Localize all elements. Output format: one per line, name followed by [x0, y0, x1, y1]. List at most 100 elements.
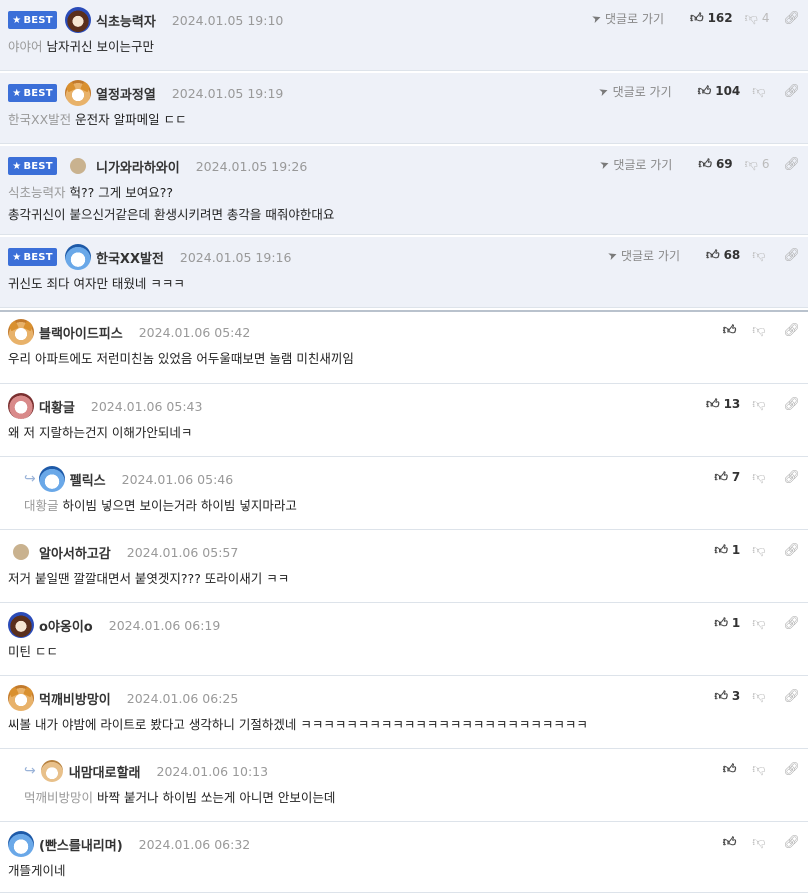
downvote-button[interactable]: 👎︎: [752, 323, 769, 338]
goto-reply-label: 댓글로 가기: [620, 248, 680, 263]
link-icon[interactable]: 🔗︎: [783, 157, 800, 172]
nickname[interactable]: (빤스를내리며): [39, 835, 123, 854]
avatar[interactable]: [38, 466, 65, 492]
upvote-button[interactable]: 👍︎ 68: [706, 248, 740, 263]
mention-nickname[interactable]: 먹깨비방망이: [24, 790, 93, 805]
downvote-button[interactable]: 👎︎: [752, 835, 769, 850]
thumbs-up-icon: 👍︎: [722, 761, 737, 777]
upvote-button[interactable]: 👍︎ 3: [714, 689, 740, 704]
upvote-button[interactable]: 👍︎: [723, 762, 741, 777]
avatar[interactable]: [8, 612, 34, 638]
upvote-button[interactable]: 👍︎ 162: [690, 11, 733, 26]
downvote-button[interactable]: 👎︎: [752, 248, 769, 263]
nickname[interactable]: o야옹이o: [39, 616, 93, 635]
comment: 블랙아이드피스 2024.01.06 05:42 👍︎ 👎︎ 🔗︎ 우리 아파트에도 저런…: [0, 310, 808, 384]
avatar[interactable]: [8, 685, 34, 711]
upvote-button[interactable]: 👍︎: [723, 323, 741, 338]
upvote-count: 162: [707, 11, 733, 25]
comment-header: 알아서하고감 2024.01.06 05:57: [8, 541, 238, 563]
upvote-button[interactable]: 👍︎: [723, 835, 741, 850]
avatar[interactable]: [13, 544, 29, 560]
comment-date: 2024.01.06 06:32: [138, 836, 251, 852]
link-icon[interactable]: 🔗︎: [783, 616, 800, 631]
link-icon[interactable]: 🔗︎: [783, 543, 800, 558]
nickname[interactable]: 내맘대로할래: [69, 762, 141, 781]
comment-header: ★ BEST 니가와라하와이 2024.01.05 19:26: [8, 155, 307, 177]
avatar[interactable]: [70, 158, 86, 174]
downvote-button[interactable]: 👎︎ 6: [745, 157, 770, 172]
link-icon[interactable]: 🔗︎: [783, 470, 800, 485]
comment-actions: 👍︎ 1 👎︎ 🔗︎: [702, 614, 800, 632]
comment-text-content: 우리 아파트에도 저런미친놈 있었음 어두울때보면 놀램 미친새끼임: [8, 351, 354, 366]
link-icon[interactable]: 🔗︎: [783, 397, 800, 412]
nickname[interactable]: 먹깨비방망이: [39, 689, 111, 708]
comment-header: ↪ 내맘대로할래 2024.01.06 10:13: [24, 760, 268, 782]
comment-date: 2024.01.06 05:42: [138, 324, 251, 340]
link-icon[interactable]: 🔗︎: [783, 11, 800, 26]
link-icon[interactable]: 🔗︎: [783, 835, 800, 850]
nickname[interactable]: 펠릭스: [70, 470, 106, 489]
goto-reply-link[interactable]: ➤ 댓글로 가기: [606, 247, 680, 264]
nickname[interactable]: 열정과정열: [96, 84, 156, 103]
link-icon[interactable]: 🔗︎: [783, 689, 800, 704]
upvote-count: 1: [731, 616, 741, 630]
link-icon[interactable]: 🔗︎: [783, 762, 800, 777]
upvote-count: 7: [731, 470, 741, 484]
downvote-button[interactable]: 👎︎: [752, 470, 769, 485]
comment-date: 2024.01.05 19:26: [195, 158, 308, 174]
goto-reply-link[interactable]: ➤ 댓글로 가기: [598, 156, 672, 173]
downvote-button[interactable]: 👎︎ 4: [745, 11, 770, 26]
nickname[interactable]: 식초능력자: [96, 11, 156, 30]
comment-text-content: 총각귀신이 붙으신거같은데 환생시키려면 총각을 때줘야한대요: [8, 207, 335, 222]
comment-actions: ➤ 댓글로 가기 👍︎ 104 👎︎ 🔗︎: [597, 82, 800, 100]
avatar[interactable]: [65, 244, 91, 270]
star-icon: ★: [12, 14, 22, 26]
upvote-button[interactable]: 👍︎ 1: [714, 616, 740, 631]
thumbs-up-icon: 👍︎: [714, 469, 728, 485]
best-comment: ★ BEST 니가와라하와이 2024.01.05 19:26 ➤ 댓글로 가기 👍︎ 69 👎…: [0, 146, 808, 235]
upvote-button[interactable]: 👍︎ 104: [698, 84, 741, 99]
downvote-button[interactable]: 👎︎: [752, 397, 769, 412]
thumbs-up-icon: 👍︎: [698, 156, 712, 172]
upvote-button[interactable]: 👍︎ 69: [698, 157, 732, 172]
best-badge: ★ BEST: [8, 157, 57, 175]
nickname[interactable]: 알아서하고감: [39, 543, 111, 562]
thumbs-up-icon: 👍︎: [722, 322, 737, 338]
comment-date: 2024.01.06 06:25: [126, 690, 239, 706]
comment: (빤스를내리며) 2024.01.06 06:32 👍︎ 👎︎ 🔗︎ 개뜰게이네: [0, 824, 808, 893]
avatar[interactable]: [8, 831, 34, 857]
downvote-button[interactable]: 👎︎: [752, 84, 769, 99]
mention-nickname[interactable]: 야야어: [8, 39, 43, 54]
nickname[interactable]: 한국XX발전: [96, 248, 164, 267]
goto-reply-link[interactable]: ➤ 댓글로 가기: [590, 10, 664, 27]
thumbs-up-icon: 👍︎: [714, 615, 728, 631]
downvote-button[interactable]: 👎︎: [752, 616, 769, 631]
downvote-button[interactable]: 👎︎: [752, 543, 769, 558]
upvote-button[interactable]: 👍︎ 7: [714, 470, 740, 485]
avatar[interactable]: [40, 760, 63, 782]
avatar[interactable]: [8, 393, 34, 419]
mention-nickname[interactable]: 한국XX발전: [8, 112, 71, 127]
best-comment: ★ BEST 식초능력자 2024.01.05 19:10 ➤ 댓글로 가기 👍︎ 162 👎︎…: [0, 0, 808, 71]
upvote-button[interactable]: 👍︎ 13: [706, 397, 740, 412]
comment-header: 먹깨비방망이 2024.01.06 06:25: [8, 685, 239, 711]
nickname[interactable]: 니가와라하와이: [96, 157, 180, 176]
comment-actions: 👍︎ 👎︎ 🔗︎: [711, 833, 800, 851]
upvote-button[interactable]: 👍︎ 1: [714, 543, 740, 558]
avatar[interactable]: [65, 80, 91, 106]
link-icon[interactable]: 🔗︎: [783, 84, 800, 99]
goto-reply-link[interactable]: ➤ 댓글로 가기: [597, 83, 671, 100]
comment-text: 저거 붙일땐 깔깔대면서 붙엿겟지??? 또라이새기 ㅋㅋ: [8, 568, 289, 590]
nickname[interactable]: 대황글: [39, 397, 75, 416]
nickname[interactable]: 블랙아이드피스: [39, 323, 123, 342]
avatar[interactable]: [8, 319, 34, 345]
avatar[interactable]: [65, 7, 91, 33]
link-icon[interactable]: 🔗︎: [783, 323, 800, 338]
mention-nickname[interactable]: 대황글: [24, 498, 59, 513]
downvote-button[interactable]: 👎︎: [752, 689, 769, 704]
downvote-button[interactable]: 👎︎: [752, 762, 769, 777]
thumbs-down-icon: 👎︎: [752, 615, 766, 631]
mention-nickname[interactable]: 식초능력자: [8, 185, 66, 200]
comment-text-content: 왜 저 지랄하는건지 이해가안되네ㅋ: [8, 425, 193, 440]
link-icon[interactable]: 🔗︎: [783, 248, 800, 263]
